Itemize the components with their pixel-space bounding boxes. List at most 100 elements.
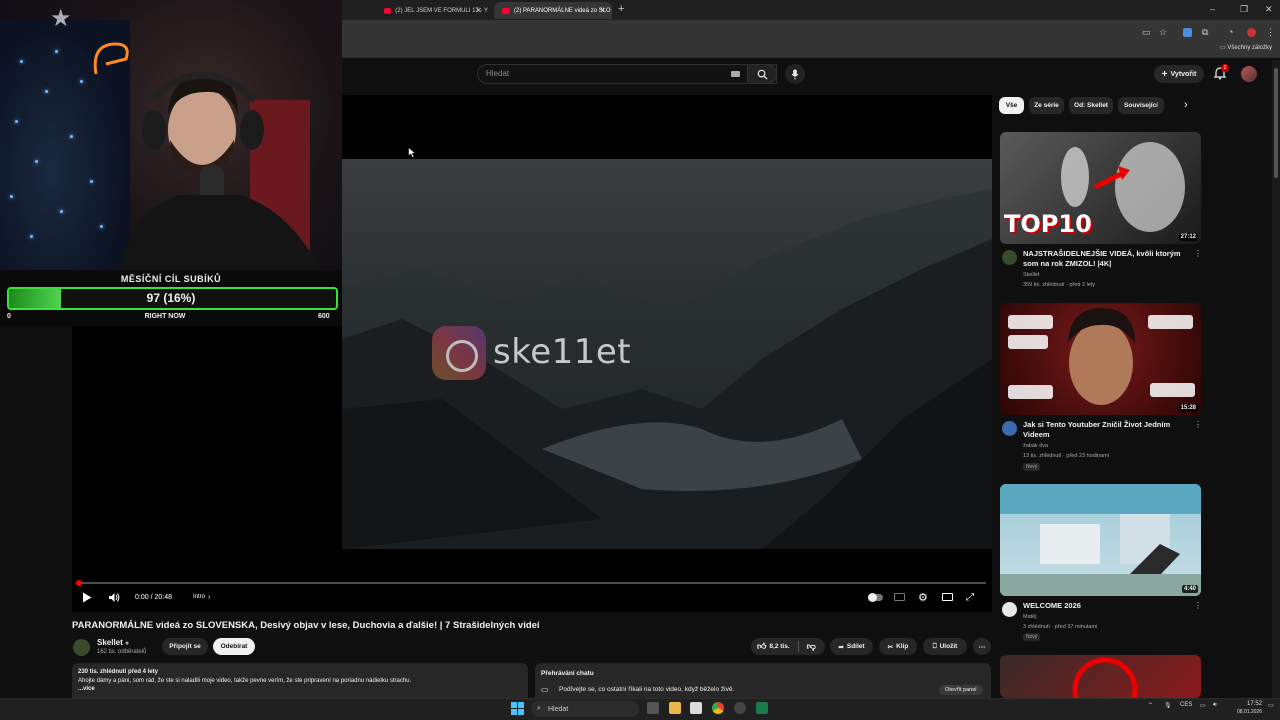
windows-start-icon[interactable] — [511, 702, 524, 715]
store-icon[interactable] — [690, 702, 702, 714]
windows-taskbar — [0, 698, 1280, 720]
keyboard-icon[interactable] — [731, 71, 740, 77]
chat-icon: ▭ — [541, 685, 549, 694]
share-button[interactable]: ➦ Sdílet — [830, 638, 873, 655]
search-button[interactable] — [747, 64, 777, 84]
chapter-button[interactable]: Intro › — [193, 590, 210, 604]
recommendation-channel[interactable]: žabák dva — [1023, 443, 1048, 449]
play-button[interactable] — [82, 590, 92, 604]
recommendation-meta: 13 tis. zhlédnutí · před 23 hodinami — [1023, 453, 1109, 459]
video-thumbnail[interactable]: 15:28 — [1000, 303, 1201, 415]
network-icon[interactable]: ▭ — [1200, 702, 1206, 709]
file-explorer-icon[interactable] — [669, 702, 681, 714]
search-placeholder: Hledat — [486, 69, 510, 78]
duration-badge: 27:12 — [1178, 233, 1198, 241]
create-button[interactable]: + Vytvořit — [1154, 65, 1204, 83]
goal-max: 600 — [318, 313, 330, 320]
channel-avatar[interactable] — [1002, 250, 1017, 265]
time-display: 0:00 / 20:48 — [135, 593, 172, 601]
extensions-puzzle-icon[interactable]: ⧉ — [1202, 27, 1208, 38]
show-more-link[interactable]: ...více — [78, 686, 522, 692]
more-actions-button[interactable]: ⋯ — [973, 638, 991, 655]
duration-badge: 4:40 — [1181, 585, 1198, 593]
taskbar-clock[interactable]: 17:52 08.01.2026 — [1232, 700, 1262, 716]
channel-avatar[interactable] — [1002, 421, 1017, 436]
notification-center-icon[interactable]: ▭ — [1268, 702, 1274, 709]
menu-dots-icon[interactable]: ⋮ — [1266, 27, 1275, 38]
channel-name[interactable]: Skellet ● — [97, 638, 129, 647]
close-icon[interactable]: ✕ — [599, 6, 606, 15]
chevron-right-icon: › — [208, 593, 211, 601]
terminal-icon[interactable] — [756, 702, 768, 714]
plus-icon: + — [1161, 68, 1168, 80]
taskbar-search[interactable]: ⌕ Hledat — [531, 701, 639, 717]
settings-button[interactable]: ⚙ — [918, 590, 928, 604]
theater-mode-button[interactable] — [942, 590, 953, 604]
microphone-tray-icon[interactable]: 🎙︎ — [1164, 702, 1172, 709]
channel-avatar[interactable] — [1002, 602, 1017, 617]
autoplay-toggle[interactable] — [868, 590, 883, 604]
video-thumbnail[interactable]: 4:40 — [1000, 484, 1201, 596]
new-badge: Nový — [1023, 463, 1041, 471]
thumbs-up-icon: 👍︎ — [757, 641, 767, 651]
language-indicator[interactable]: CES — [1180, 702, 1192, 708]
app-icon[interactable] — [734, 702, 746, 714]
scrollbar-thumb[interactable] — [1274, 68, 1278, 178]
extension-icon[interactable] — [1183, 28, 1192, 37]
task-view-icon[interactable] — [647, 702, 659, 714]
chips-next-icon[interactable]: › — [1184, 99, 1188, 111]
profile-icon[interactable]: ◔ — [1228, 27, 1233, 37]
chip-all[interactable]: Vše — [999, 97, 1024, 114]
video-thumbnail[interactable]: TOP10 27:12 — [1000, 132, 1201, 244]
video-thumbnail[interactable] — [1000, 655, 1201, 698]
tray-chevron-icon[interactable]: ⌃ — [1148, 702, 1153, 709]
voice-search-button[interactable] — [785, 64, 805, 84]
fullscreen-button[interactable]: ⤢ — [966, 590, 974, 604]
scissors-icon: ✂ — [887, 643, 894, 651]
close-window-button[interactable]: ✕ — [1265, 4, 1273, 15]
dislike-button[interactable]: 👎︎ — [807, 641, 816, 652]
chat-replay-title: Přehrávání chatu — [541, 670, 594, 677]
description-box[interactable]: 230 tis. zhlédnutí před 4 lety Ahojte dá… — [72, 663, 528, 703]
like-button[interactable]: 👍︎ 8,2 tis. — [757, 641, 790, 652]
youtube-icon — [384, 7, 392, 14]
share-icon: ➦ — [838, 643, 844, 651]
more-options-icon[interactable]: ⋮ — [1194, 420, 1202, 429]
subtitles-button[interactable] — [894, 590, 905, 604]
all-bookmarks-button[interactable]: ▭ Všechny záložky — [1220, 44, 1272, 51]
chrome-icon[interactable] — [712, 702, 724, 714]
gear-icon: ⚙ — [918, 591, 928, 604]
browser-tab[interactable]: (2) JEL JSEM VE FORMULI 17 - Y ✕ — [376, 2, 488, 19]
progress-scrubber[interactable] — [76, 580, 82, 586]
minimize-button[interactable]: – — [1210, 4, 1215, 14]
clip-button[interactable]: ✂ Klip — [879, 638, 917, 655]
mouse-cursor-icon — [408, 147, 416, 158]
bookmark-star-icon[interactable]: ☆ — [1159, 27, 1167, 38]
recommendation-channel[interactable]: Matěj — [1023, 614, 1036, 620]
recommendation-title[interactable]: NAJSTRAŠIDELNEJŠIE VIDEÁ, kvôli ktorým s… — [1023, 249, 1188, 269]
speaker-icon[interactable]: 🔊︎ — [1213, 702, 1217, 709]
recommendation-title[interactable]: Jak si Tento Youtuber Zničil Život Jední… — [1023, 420, 1188, 440]
save-button[interactable]: ⎕ Uložit — [923, 638, 967, 655]
chat-replay-panel: Přehrávání chatu ▭ Podívejte se, co osta… — [535, 663, 991, 703]
volume-button[interactable] — [108, 590, 120, 604]
recommendation-channel[interactable]: Skellet — [1023, 272, 1040, 278]
user-avatar[interactable] — [1241, 66, 1257, 82]
join-button[interactable]: Připojit se — [162, 638, 208, 655]
channel-avatar[interactable] — [73, 639, 90, 656]
recommendation-title[interactable]: WELCOME 2026 — [1023, 601, 1188, 611]
more-options-icon[interactable]: ⋮ — [1194, 249, 1202, 258]
open-panel-button[interactable]: Otevřít panel — [939, 685, 983, 695]
account-avatar-icon[interactable] — [1247, 28, 1256, 37]
close-icon[interactable]: ✕ — [475, 6, 482, 15]
progress-bar[interactable] — [78, 582, 986, 584]
chip-related[interactable]: Související — [1118, 97, 1164, 114]
new-tab-button[interactable]: + — [618, 3, 624, 15]
more-options-icon[interactable]: ⋮ — [1194, 601, 1202, 610]
chip-series[interactable]: Ze série — [1029, 97, 1064, 114]
cast-icon[interactable]: ▭ — [1142, 27, 1151, 38]
maximize-button[interactable]: ❐ — [1240, 4, 1248, 15]
subscribe-button[interactable]: Odebírat — [213, 638, 255, 655]
browser-tab-active[interactable]: (2) PARANORMÁLNE videá zo SLO ✕ — [494, 2, 612, 19]
chip-from-channel[interactable]: Od: Skellet — [1069, 97, 1113, 114]
